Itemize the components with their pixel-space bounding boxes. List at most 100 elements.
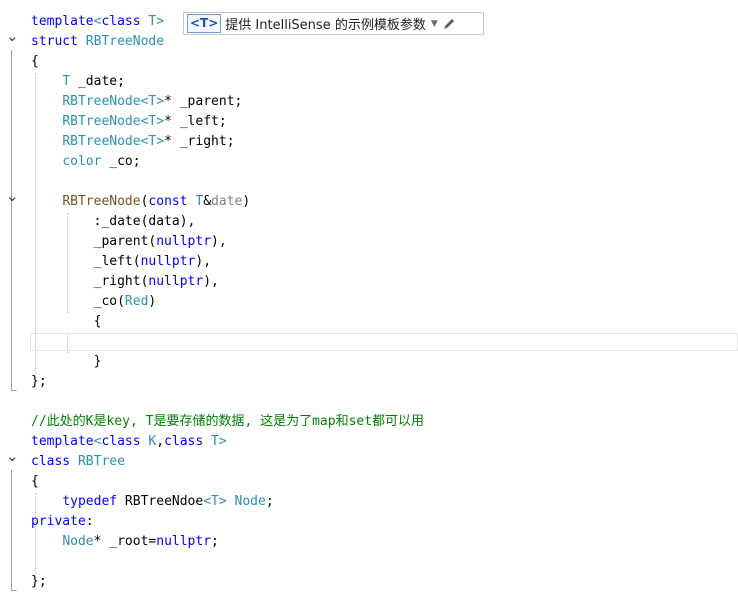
code-token: > [218, 434, 227, 449]
code-line[interactable]: { [0, 52, 738, 72]
code-line[interactable] [0, 332, 738, 352]
code-line[interactable]: Node* _root=nullptr; [0, 532, 738, 552]
code-text: _left(nullptr), [31, 252, 211, 272]
code-token: { [31, 314, 102, 329]
code-token: > [156, 134, 165, 149]
code-token: ; [265, 494, 274, 509]
code-line[interactable]: { [0, 312, 738, 332]
code-token: _co( [31, 294, 125, 309]
code-line[interactable]: private: [0, 512, 738, 532]
code-line[interactable] [0, 172, 738, 192]
code-line[interactable]: }; [0, 572, 738, 592]
code-token: nullptr [148, 274, 204, 289]
code-text: T _date; [31, 72, 125, 92]
code-line[interactable]: _right(nullptr), [0, 272, 738, 292]
code-line[interactable]: RBTreeNode<T>* _right; [0, 132, 738, 152]
code-token: template [31, 434, 94, 449]
code-text: private: [31, 512, 94, 532]
code-token: color [62, 154, 102, 169]
code-token: class [164, 434, 204, 449]
code-token: * _root= [93, 534, 157, 549]
code-token: //此处的K是key, T是要存储的数据, 这是为了map和set都可以用 [31, 414, 425, 429]
code-line[interactable]: }; [0, 372, 738, 392]
code-token: * _parent; [164, 94, 243, 109]
code-token: RBTreeNode [62, 94, 141, 109]
code-line[interactable]: _left(nullptr), [0, 252, 738, 272]
template-param-badge[interactable]: <T> [187, 14, 222, 33]
code-text: _right(nullptr), [31, 272, 219, 292]
code-token: ) [242, 194, 251, 209]
code-token: T [211, 434, 219, 449]
code-token: > [156, 114, 165, 129]
code-line[interactable]: template<class K,class T> [0, 432, 738, 452]
code-token: date [211, 194, 243, 209]
chevron-down-icon[interactable]: ⌄ [6, 449, 19, 464]
code-text: }; [31, 372, 47, 392]
code-line[interactable]: ⌄ RBTreeNode(const T&date) [0, 189, 738, 212]
code-token: * _left; [164, 114, 227, 129]
code-token: RBTreeNode [85, 34, 165, 49]
code-token: , [156, 434, 165, 449]
code-token: ), [211, 234, 227, 249]
code-line[interactable]: typedef RBTreeNdoe<T> Node; [0, 492, 738, 512]
code-line[interactable]: { [0, 472, 738, 492]
code-token: > [156, 94, 165, 109]
code-token: & [203, 194, 212, 209]
code-line[interactable]: } [0, 352, 738, 372]
code-text: _parent(nullptr), [31, 232, 227, 252]
code-token: template [31, 14, 94, 29]
code-token: class [101, 434, 141, 449]
code-token: ; [211, 534, 219, 549]
code-token: Node [62, 534, 94, 549]
code-token: RBTree [77, 454, 125, 469]
code-text: typedef RBTreeNdoe<T> Node; [31, 492, 274, 512]
code-token: : [85, 514, 94, 529]
chevron-down-icon[interactable]: ⌄ [6, 189, 19, 204]
code-token: nullptr [156, 234, 212, 249]
code-line[interactable]: RBTreeNode<T>* _parent; [0, 92, 738, 112]
code-token: }; [31, 574, 47, 589]
code-line[interactable] [0, 392, 738, 412]
code-token: _left( [31, 254, 141, 269]
code-token: }; [31, 374, 47, 389]
code-editor[interactable]: template<class T> ⌄ struct RBTreeNode{ T _… [0, 0, 738, 616]
code-line[interactable]: :_date(data), [0, 212, 738, 232]
chevron-down-icon[interactable]: ▼ [431, 19, 438, 29]
code-token: > [156, 14, 165, 29]
pencil-icon[interactable] [442, 17, 456, 31]
code-line[interactable]: //此处的K是key, T是要存储的数据, 这是为了map和set都可以用 [0, 412, 738, 432]
code-token: Node [234, 494, 266, 509]
template-argument-bar[interactable]: <T> 提供 IntelliSense 的示例模板参数 ▼ [183, 12, 484, 35]
code-line[interactable]: ⌄ struct RBTreeNode [0, 29, 738, 52]
code-token: > [218, 494, 227, 509]
code-text: color _co; [31, 152, 141, 172]
code-line[interactable]: ⌄ class RBTree [0, 449, 738, 472]
code-line[interactable]: _co(Red) [0, 292, 738, 312]
code-text: RBTreeNode<T>* _right; [31, 132, 235, 152]
code-line[interactable] [0, 552, 738, 572]
code-text: template<class T> [31, 12, 164, 32]
code-line[interactable]: T _date; [0, 72, 738, 92]
code-line[interactable]: RBTreeNode<T>* _left; [0, 112, 738, 132]
code-token: * _right; [164, 134, 235, 149]
code-token: ) [148, 294, 157, 309]
code-text: class RBTree [31, 452, 125, 472]
chevron-down-icon[interactable]: ⌄ [6, 29, 19, 44]
code-token: :_date(data), [31, 214, 196, 229]
code-token: < [203, 494, 212, 509]
code-token: struct [31, 34, 78, 49]
code-token: T [62, 74, 71, 89]
code-token: nullptr [156, 534, 212, 549]
code-token: _co; [101, 154, 141, 169]
code-text: RBTreeNode<T>* _parent; [31, 92, 242, 112]
code-text: //此处的K是key, T是要存储的数据, 这是为了map和set都可以用 [31, 412, 424, 432]
code-token: RBTreeNdoe [117, 494, 204, 509]
code-line[interactable]: _parent(nullptr), [0, 232, 738, 252]
code-line[interactable]: color _co; [0, 152, 738, 172]
